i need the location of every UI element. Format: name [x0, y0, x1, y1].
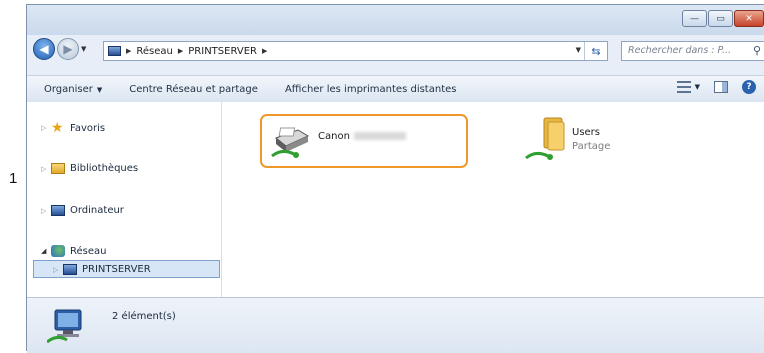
printer-name: Canon: [318, 130, 406, 144]
nav-item-label: Favoris: [70, 122, 106, 134]
organize-menu[interactable]: Organiser ▼: [44, 84, 102, 95]
nav-item-network[interactable]: ◢ Réseau: [41, 245, 106, 257]
minimize-button[interactable]: —: [682, 10, 707, 27]
change-view-button[interactable]: ▼: [676, 81, 700, 93]
view-options-icon: [676, 81, 691, 93]
close-button[interactable]: ✕: [734, 10, 764, 27]
network-sharing-center-button[interactable]: Centre Réseau et partage: [129, 84, 258, 95]
shared-printer-icon: [271, 127, 310, 158]
breadcrumb-separator-icon[interactable]: ▶: [178, 47, 183, 55]
expand-arrow-icon[interactable]: ▷: [41, 165, 51, 173]
expand-arrow-icon[interactable]: ▷: [41, 124, 51, 132]
chevron-down-icon: ▼: [96, 85, 103, 94]
breadcrumb-printserver[interactable]: PRINTSERVER: [188, 46, 257, 57]
maximize-button[interactable]: ▭: [708, 10, 733, 27]
expand-arrow-icon[interactable]: ▷: [53, 266, 63, 274]
navigation-pane: ▷ ★ Favoris ▷ Bibliothèques ▷ Ordinateur…: [27, 102, 222, 297]
collapse-arrow-icon[interactable]: ◢: [41, 247, 51, 255]
redacted-model: [353, 132, 406, 140]
library-icon: [51, 163, 65, 174]
folder-name: Users: [572, 127, 601, 138]
network-computer-icon: [47, 309, 82, 344]
view-remote-printers-button[interactable]: Afficher les imprimantes distantes: [285, 84, 457, 95]
nav-item-printserver[interactable]: ▷ PRINTSERVER: [53, 264, 151, 275]
search-placeholder: Rechercher dans : P...: [628, 45, 731, 56]
computer-icon: [51, 205, 65, 216]
network-icon: [51, 245, 65, 257]
nav-item-favorites[interactable]: ▷ ★ Favoris: [41, 121, 105, 135]
folder-label: Users Partage: [572, 126, 610, 154]
status-bar: 2 élément(s): [27, 297, 764, 353]
title-bar: — ▭ ✕: [27, 5, 764, 35]
network-location-icon: [108, 46, 121, 56]
callout-number: 1: [9, 170, 18, 187]
folder-type: Partage: [572, 141, 611, 152]
back-button[interactable]: ◀: [33, 38, 55, 60]
shared-folder-icon: [525, 117, 565, 160]
window-controls: — ▭ ✕: [681, 10, 764, 27]
star-icon: ★: [51, 120, 64, 136]
search-input[interactable]: Rechercher dans : P... ⚲: [621, 41, 764, 61]
explorer-window: — ▭ ✕ ◀ ▶ ▼ ▶ Réseau ▶ PRINTSERVER ▶ ▼ ⇆…: [26, 4, 764, 353]
expand-arrow-icon[interactable]: ▷: [41, 207, 51, 215]
breadcrumb-separator-icon[interactable]: ▶: [126, 47, 131, 55]
address-bar[interactable]: ▶ Réseau ▶ PRINTSERVER ▶ ▼ ⇆: [103, 41, 608, 61]
shared-folder-item[interactable]: Users Partage: [522, 116, 610, 162]
view-controls: ▼ ?: [676, 80, 756, 94]
forward-button[interactable]: ▶: [57, 38, 79, 60]
preview-pane-icon[interactable]: [714, 81, 728, 93]
recent-pages-dropdown[interactable]: ▼: [81, 45, 86, 53]
nav-item-label: Réseau: [70, 245, 107, 257]
chevron-down-icon: ▼: [694, 83, 700, 91]
history-navigation: ◀ ▶ ▼: [33, 38, 86, 60]
shared-printer-item[interactable]: Canon: [260, 114, 468, 168]
refresh-icon[interactable]: ⇆: [584, 42, 607, 60]
nav-item-libraries[interactable]: ▷ Bibliothèques: [41, 163, 138, 174]
nav-item-label: PRINTSERVER: [82, 264, 151, 275]
item-count: 2 élément(s): [112, 311, 176, 322]
breadcrumb-network[interactable]: Réseau: [136, 46, 172, 57]
address-dropdown-icon[interactable]: ▼: [576, 46, 581, 54]
breadcrumb-separator-icon[interactable]: ▶: [262, 47, 267, 55]
nav-item-label: Bibliothèques: [70, 163, 139, 174]
nav-item-label: Ordinateur: [70, 205, 124, 216]
content-pane: Canon Users Partage: [222, 102, 764, 297]
nav-item-computer[interactable]: ▷ Ordinateur: [41, 205, 124, 216]
server-icon: [63, 264, 77, 275]
command-bar: Organiser ▼ Centre Réseau et partage Affi…: [27, 75, 764, 103]
help-icon[interactable]: ?: [742, 80, 756, 94]
search-icon[interactable]: ⚲: [753, 42, 761, 60]
